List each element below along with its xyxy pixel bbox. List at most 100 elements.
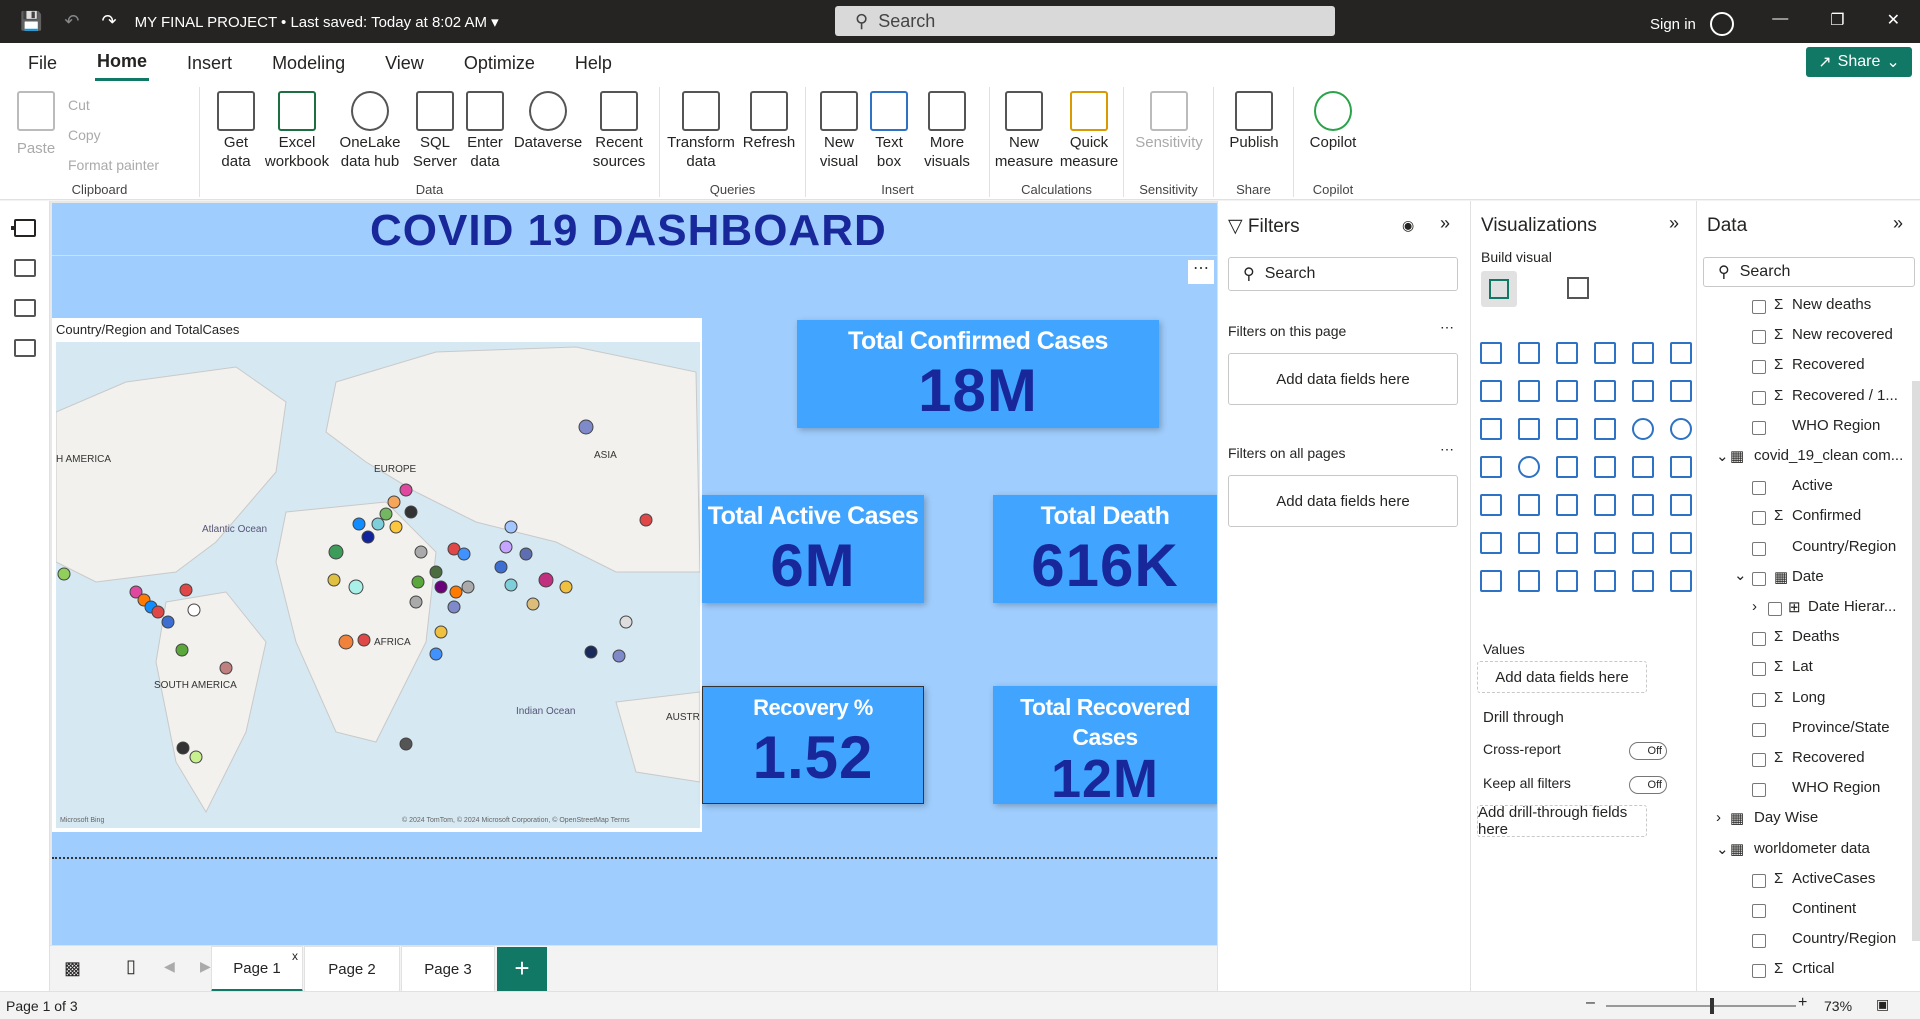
card-icon[interactable] [1670, 456, 1692, 478]
field-row[interactable]: Σ Recovered / 1... [1700, 387, 1910, 411]
collapse-icon[interactable]: » [1893, 213, 1903, 234]
field-row[interactable]: Σ Recovered [1700, 749, 1910, 773]
tab-home[interactable]: Home [95, 45, 150, 81]
undo-icon[interactable]: ↶ [64, 11, 79, 32]
redo-icon[interactable]: ↷ [102, 11, 117, 32]
data-search[interactable]: ⚲ Search [1703, 257, 1915, 287]
goals-icon[interactable] [1670, 532, 1692, 554]
copy-button[interactable]: Copy [68, 127, 101, 143]
stacked-area-icon[interactable] [1556, 380, 1578, 402]
drill-through-drop[interactable]: Add drill-through fields here [1477, 804, 1647, 838]
quick-measure-button[interactable]: Quick measure [1056, 91, 1122, 171]
new-visual-button[interactable]: New visual [812, 91, 866, 171]
power-automate-icon[interactable] [1556, 570, 1578, 592]
save-icon[interactable]: 💾 [20, 11, 42, 32]
share-button[interactable]: ↗ Share ⌄ [1806, 47, 1912, 77]
power-automate-arrow-icon[interactable] [1670, 570, 1692, 592]
chevron-icon[interactable]: › [1752, 598, 1757, 615]
map-icon[interactable] [1518, 456, 1540, 478]
field-row[interactable]: Σ Crtical [1700, 960, 1910, 984]
field-row[interactable]: ⌄ ▦ Date [1700, 568, 1910, 592]
enter-data-button[interactable]: Enter data [460, 91, 510, 171]
paginated-report-icon[interactable] [1480, 570, 1502, 592]
clustered-bar-icon[interactable] [1556, 342, 1578, 364]
scatter-icon[interactable] [1594, 418, 1616, 440]
collapse-icon[interactable]: » [1440, 213, 1450, 234]
table-view-icon[interactable] [13, 259, 36, 277]
multi-row-card-icon[interactable] [1480, 494, 1502, 516]
narrative-icon[interactable] [1632, 532, 1654, 554]
sql-server-button[interactable]: SQL Server [410, 91, 460, 171]
field-row[interactable]: Σ Recovered [1700, 356, 1910, 380]
minimize-icon[interactable]: — [1772, 10, 1788, 30]
chevron-icon[interactable]: ⌄ [1734, 568, 1747, 584]
field-row[interactable]: Σ New recovered [1700, 326, 1910, 350]
zoom-in-icon[interactable]: + [1798, 994, 1807, 1012]
close-icon[interactable]: x [292, 949, 298, 963]
format-painter-button[interactable]: Format painter [68, 157, 159, 173]
map-visual[interactable]: Country/Region and TotalCases H AMERICA … [52, 318, 702, 832]
field-row[interactable]: ⌄ ▦ covid_19_clean com... [1700, 447, 1910, 471]
tab-modeling[interactable]: Modeling [270, 47, 347, 80]
field-checkbox[interactable] [1768, 602, 1782, 616]
page-tab-2[interactable]: Page 2 [304, 946, 400, 992]
refresh-button[interactable]: Refresh [738, 91, 800, 152]
field-row[interactable]: Σ Long [1700, 689, 1910, 713]
field-row[interactable]: Country/Region [1700, 930, 1910, 954]
filters-this-page-drop[interactable]: Add data fields here [1228, 353, 1458, 405]
gauge-icon[interactable] [1632, 456, 1654, 478]
qa-icon[interactable] [1594, 532, 1616, 554]
stacked-bar-icon[interactable] [1480, 342, 1502, 364]
chevron-icon[interactable]: ⌄ [1716, 447, 1729, 465]
100-bar-icon[interactable] [1632, 342, 1654, 364]
close-icon[interactable]: ✕ [1887, 10, 1900, 30]
tab-view[interactable]: View [383, 47, 426, 80]
sensitivity-button[interactable]: Sensitivity [1130, 91, 1208, 152]
field-row[interactable]: Σ Confirmed [1700, 507, 1910, 531]
waterfall-icon[interactable] [1518, 418, 1540, 440]
chevron-icon[interactable]: › [1716, 809, 1721, 826]
more-icon[interactable]: ⋯ [1440, 319, 1454, 336]
format-visual-icon[interactable] [1567, 277, 1589, 299]
field-checkbox[interactable] [1752, 692, 1766, 707]
text-box-button[interactable]: Text box [866, 91, 912, 171]
field-checkbox[interactable] [1752, 481, 1766, 496]
eye-icon[interactable]: ◉ [1402, 217, 1414, 234]
stacked-column-icon[interactable] [1518, 342, 1540, 364]
area-chart-icon[interactable] [1518, 380, 1540, 402]
tab-help[interactable]: Help [573, 47, 614, 80]
field-checkbox[interactable] [1752, 753, 1766, 767]
field-checkbox[interactable] [1752, 511, 1766, 526]
field-checkbox[interactable] [1752, 420, 1766, 435]
tab-optimize[interactable]: Optimize [462, 47, 537, 80]
keep-filters-toggle[interactable]: Off [1629, 776, 1667, 794]
collapse-icon[interactable]: » [1669, 213, 1679, 234]
model-view-icon[interactable] [13, 299, 36, 317]
sign-in-link[interactable]: Sign in [1650, 16, 1696, 33]
copilot-button[interactable]: Copilot [1300, 91, 1366, 152]
field-checkbox[interactable] [1752, 571, 1766, 586]
dataverse-button[interactable]: Dataverse [508, 91, 588, 152]
field-checkbox[interactable] [1752, 722, 1766, 737]
field-row[interactable]: › ⊞ Date Hierar... [1700, 598, 1910, 622]
funnel-icon[interactable] [1556, 418, 1578, 440]
restore-icon[interactable]: ❐ [1830, 10, 1844, 30]
power-apps-icon[interactable] [1518, 570, 1540, 592]
table-visual-icon[interactable] [1594, 494, 1616, 516]
field-row[interactable]: › ▦ Day Wise [1700, 809, 1910, 833]
more-visuals-button[interactable]: More visuals [912, 91, 982, 171]
next-page-icon[interactable]: ▶ [200, 958, 211, 975]
field-checkbox[interactable] [1752, 904, 1766, 918]
more-icon[interactable]: ⋯ [1440, 441, 1454, 458]
cross-report-toggle[interactable]: Off [1629, 742, 1667, 760]
document-title[interactable]: MY FINAL PROJECT [135, 14, 277, 31]
tab-file[interactable]: File [26, 47, 59, 80]
more-options-icon[interactable]: ⋯ [1188, 260, 1214, 284]
field-row[interactable]: Σ New deaths [1700, 296, 1910, 320]
report-view-icon[interactable] [13, 219, 36, 237]
zoom-out-icon[interactable]: – [1586, 994, 1595, 1012]
r-visual-icon[interactable] [1670, 494, 1692, 516]
zoom-slider[interactable] [1606, 998, 1796, 1014]
kpi-icon[interactable] [1518, 494, 1540, 516]
avatar-icon[interactable] [1709, 12, 1734, 36]
